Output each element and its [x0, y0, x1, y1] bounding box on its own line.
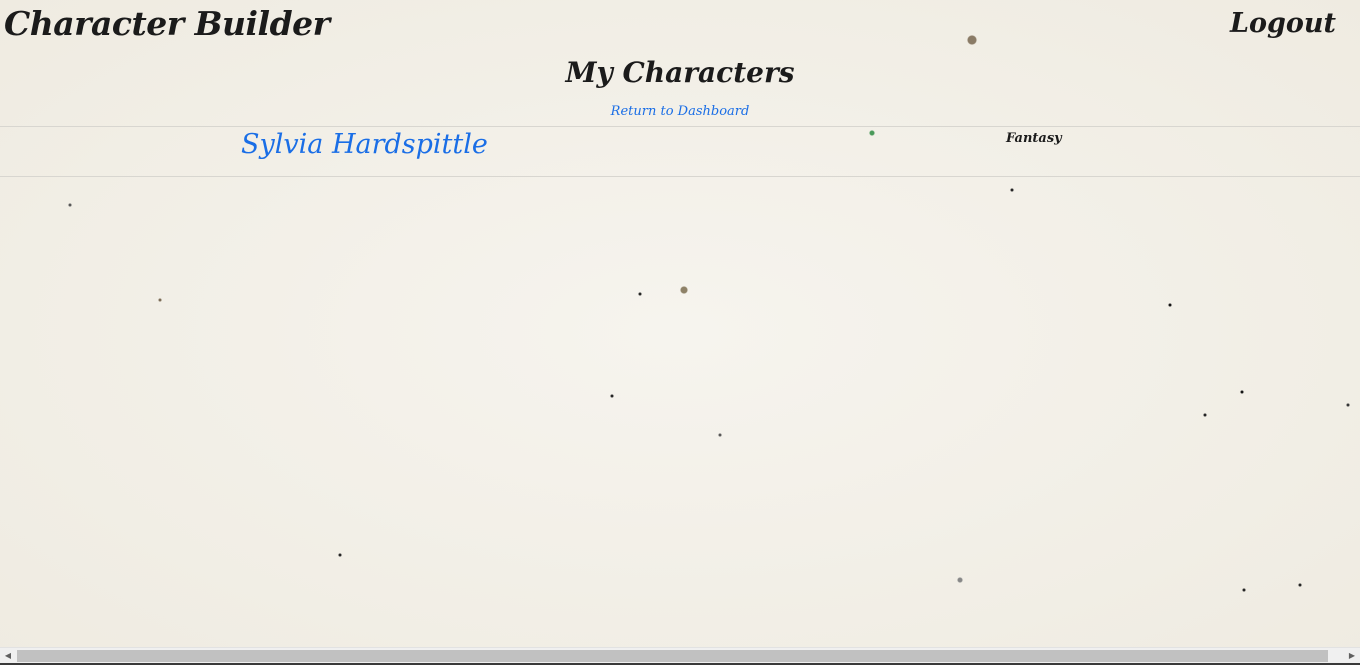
app-brand: Character Builder — [4, 4, 330, 43]
horizontal-scrollbar[interactable]: ◀ ▶ — [0, 647, 1360, 664]
character-name-link[interactable]: Sylvia Hardspittle — [241, 129, 488, 160]
triangle-left-icon[interactable]: ◀ — [0, 648, 16, 664]
scrollbar-thumb[interactable] — [17, 650, 1328, 662]
return-to-dashboard-link[interactable]: Return to Dashboard — [611, 104, 750, 119]
return-to-dashboard-container: Return to Dashboard — [0, 104, 1360, 119]
table-row: Sylvia Hardspittle Fantasy — [0, 127, 1360, 176]
logout-link[interactable]: Logout — [1230, 8, 1336, 39]
character-genre: Fantasy — [1006, 131, 1062, 146]
characters-table: Sylvia Hardspittle Fantasy — [0, 126, 1360, 177]
top-header: Character Builder Logout — [0, 0, 1360, 60]
page-title: My Characters — [565, 56, 795, 89]
triangle-right-icon[interactable]: ▶ — [1344, 648, 1360, 664]
